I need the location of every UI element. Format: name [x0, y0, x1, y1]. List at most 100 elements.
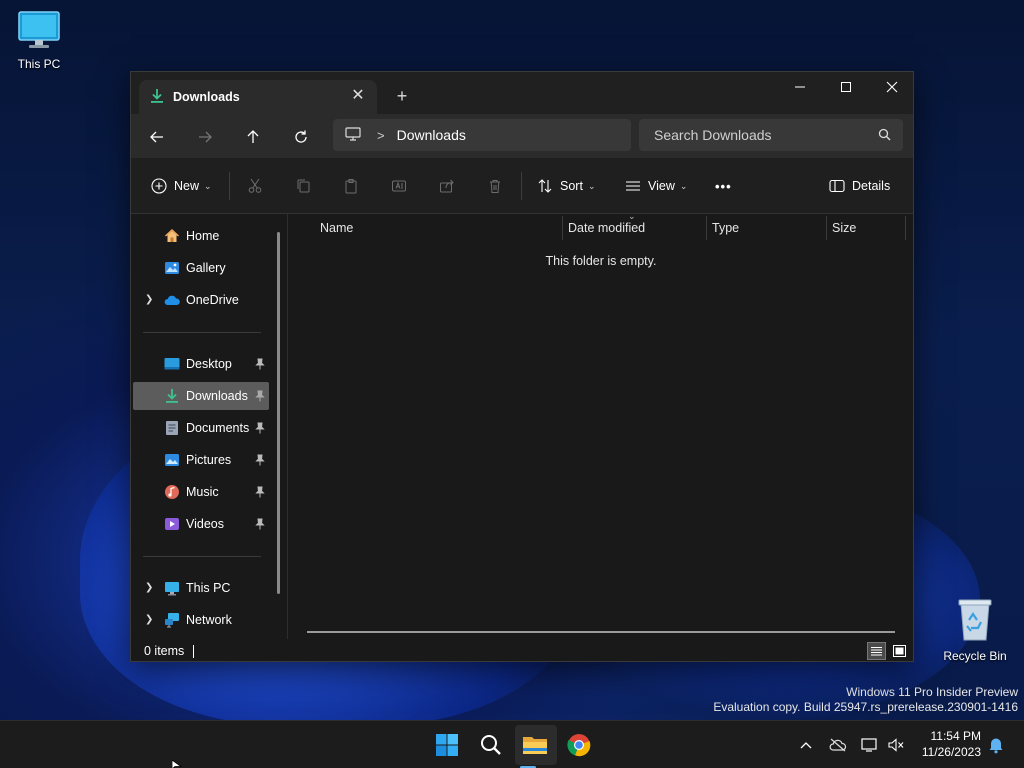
cut-button[interactable]: [247, 175, 263, 197]
sidebar-item-music[interactable]: Music: [133, 478, 269, 506]
back-button[interactable]: [145, 125, 169, 149]
file-explorer-button[interactable]: [519, 729, 551, 761]
bell-icon: [989, 738, 1003, 754]
clipboard-icon: [345, 179, 357, 194]
column-separator[interactable]: [562, 216, 563, 240]
network-icon: [164, 612, 180, 628]
chevron-right-icon[interactable]: ❯: [145, 582, 153, 593]
breadcrumb-downloads[interactable]: Downloads: [397, 127, 466, 143]
mouse-cursor-icon: [172, 760, 182, 768]
sidebar-item-gallery[interactable]: Gallery: [133, 254, 269, 282]
breadcrumb-separator[interactable]: >: [377, 128, 385, 143]
up-button[interactable]: [241, 125, 265, 149]
sidebar-item-this-pc[interactable]: ❯ This PC: [133, 574, 269, 602]
watermark-line-2: Evaluation copy. Build 25947.rs_prerelea…: [713, 700, 1018, 714]
file-explorer-window: Downloads ✕ + > Downloads Search Downloa…: [130, 71, 914, 662]
pane-divider[interactable]: [287, 214, 288, 639]
arrow-left-icon: [150, 131, 163, 143]
share-button[interactable]: [439, 175, 455, 197]
sidebar-item-pictures[interactable]: Pictures: [133, 446, 269, 474]
sidebar-item-label: Documents: [186, 421, 250, 435]
view-button[interactable]: View ⌄: [625, 175, 687, 197]
column-header-size[interactable]: Size: [832, 221, 856, 235]
column-header-name[interactable]: Name: [320, 221, 353, 235]
pin-icon: [255, 422, 265, 437]
show-hidden-icons-button[interactable]: [796, 735, 816, 755]
sidebar-item-downloads[interactable]: Downloads: [133, 382, 269, 410]
sidebar-scrollbar[interactable]: [277, 232, 280, 594]
column-separator[interactable]: [706, 216, 707, 240]
gallery-icon: [164, 260, 180, 276]
sidebar-item-label: Pictures: [186, 453, 232, 467]
sidebar-item-onedrive[interactable]: ❯ OneDrive: [133, 286, 269, 314]
address-bar[interactable]: > Downloads: [333, 119, 631, 151]
status-bar: 0 items: [131, 639, 913, 663]
download-icon: [164, 388, 180, 404]
network-tray-button[interactable]: [860, 735, 880, 755]
start-button[interactable]: [431, 729, 463, 761]
maximize-button[interactable]: [823, 72, 869, 102]
refresh-button[interactable]: [289, 125, 313, 149]
sidebar-item-network[interactable]: ❯ Network: [133, 606, 269, 634]
sidebar-item-label: Downloads: [186, 389, 248, 403]
sidebar-item-desktop[interactable]: Desktop: [133, 350, 269, 378]
column-separator[interactable]: [905, 216, 906, 240]
desktop-icon-this-pc[interactable]: This PC: [0, 10, 79, 71]
pin-icon: [255, 390, 265, 405]
search-box[interactable]: Search Downloads: [639, 119, 903, 151]
sidebar-item-documents[interactable]: Documents: [133, 414, 269, 442]
sort-button[interactable]: Sort ⌄: [537, 175, 595, 197]
chevron-down-icon: ⌄: [587, 180, 596, 191]
new-tab-button[interactable]: +: [389, 84, 415, 108]
videos-icon: [164, 516, 180, 532]
paste-button[interactable]: [343, 175, 359, 197]
start-icon: [436, 734, 458, 756]
column-header-type[interactable]: Type: [712, 221, 739, 235]
network-status-icon: [861, 738, 877, 752]
sidebar-separator: [143, 556, 261, 557]
chrome-button[interactable]: [563, 729, 595, 761]
tab-downloads[interactable]: Downloads ✕: [139, 80, 377, 114]
recycle-bin-icon: [935, 596, 1015, 645]
close-tab-icon[interactable]: ✕: [349, 87, 367, 105]
copy-icon: [297, 179, 310, 193]
onedrive-icon: [164, 292, 180, 308]
clock-time: 11:54 PM: [930, 729, 981, 743]
close-button[interactable]: [869, 72, 915, 102]
pin-icon: [255, 486, 265, 501]
column-separator[interactable]: [826, 216, 827, 240]
close-icon: [886, 81, 898, 93]
chevron-up-icon: [800, 742, 812, 749]
minimize-button[interactable]: [777, 72, 823, 102]
new-button[interactable]: New ⌄: [151, 175, 212, 197]
chevron-right-icon[interactable]: ❯: [145, 294, 153, 305]
details-button[interactable]: Details: [829, 175, 890, 197]
share-icon: [440, 179, 454, 193]
rename-button[interactable]: [391, 175, 407, 197]
details-view-button[interactable]: [867, 642, 886, 660]
sidebar-item-home[interactable]: Home: [133, 222, 269, 250]
title-bar[interactable]: Downloads ✕ +: [131, 72, 913, 114]
forward-button[interactable]: [193, 125, 217, 149]
sidebar-separator: [143, 332, 261, 333]
taskbar-clock[interactable]: 11:54 PM 11/26/2023: [922, 728, 981, 760]
search-button[interactable]: [475, 729, 507, 761]
chevron-right-icon[interactable]: ❯: [145, 614, 153, 625]
empty-folder-message: This folder is empty.: [545, 254, 657, 268]
volume-tray-button[interactable]: [886, 735, 906, 755]
tiles-view-button[interactable]: [890, 642, 909, 660]
search-placeholder: Search Downloads: [654, 127, 772, 143]
pictures-icon: [164, 452, 180, 468]
desktop-folder-icon: [164, 356, 180, 372]
notifications-button[interactable]: [986, 735, 1006, 755]
desktop-icon-recycle-bin[interactable]: Recycle Bin: [935, 596, 1015, 663]
horizontal-scrollbar[interactable]: [307, 631, 895, 633]
sidebar-item-videos[interactable]: Videos: [133, 510, 269, 538]
home-icon: [164, 228, 180, 244]
onedrive-tray-button[interactable]: [828, 735, 848, 755]
file-list: Name ⌄ Date modified Type Size This fold…: [289, 211, 913, 639]
delete-button[interactable]: [487, 175, 503, 197]
more-options-button[interactable]: •••: [715, 175, 732, 197]
copy-button[interactable]: [295, 175, 311, 197]
column-header-date-modified[interactable]: Date modified: [568, 221, 645, 235]
